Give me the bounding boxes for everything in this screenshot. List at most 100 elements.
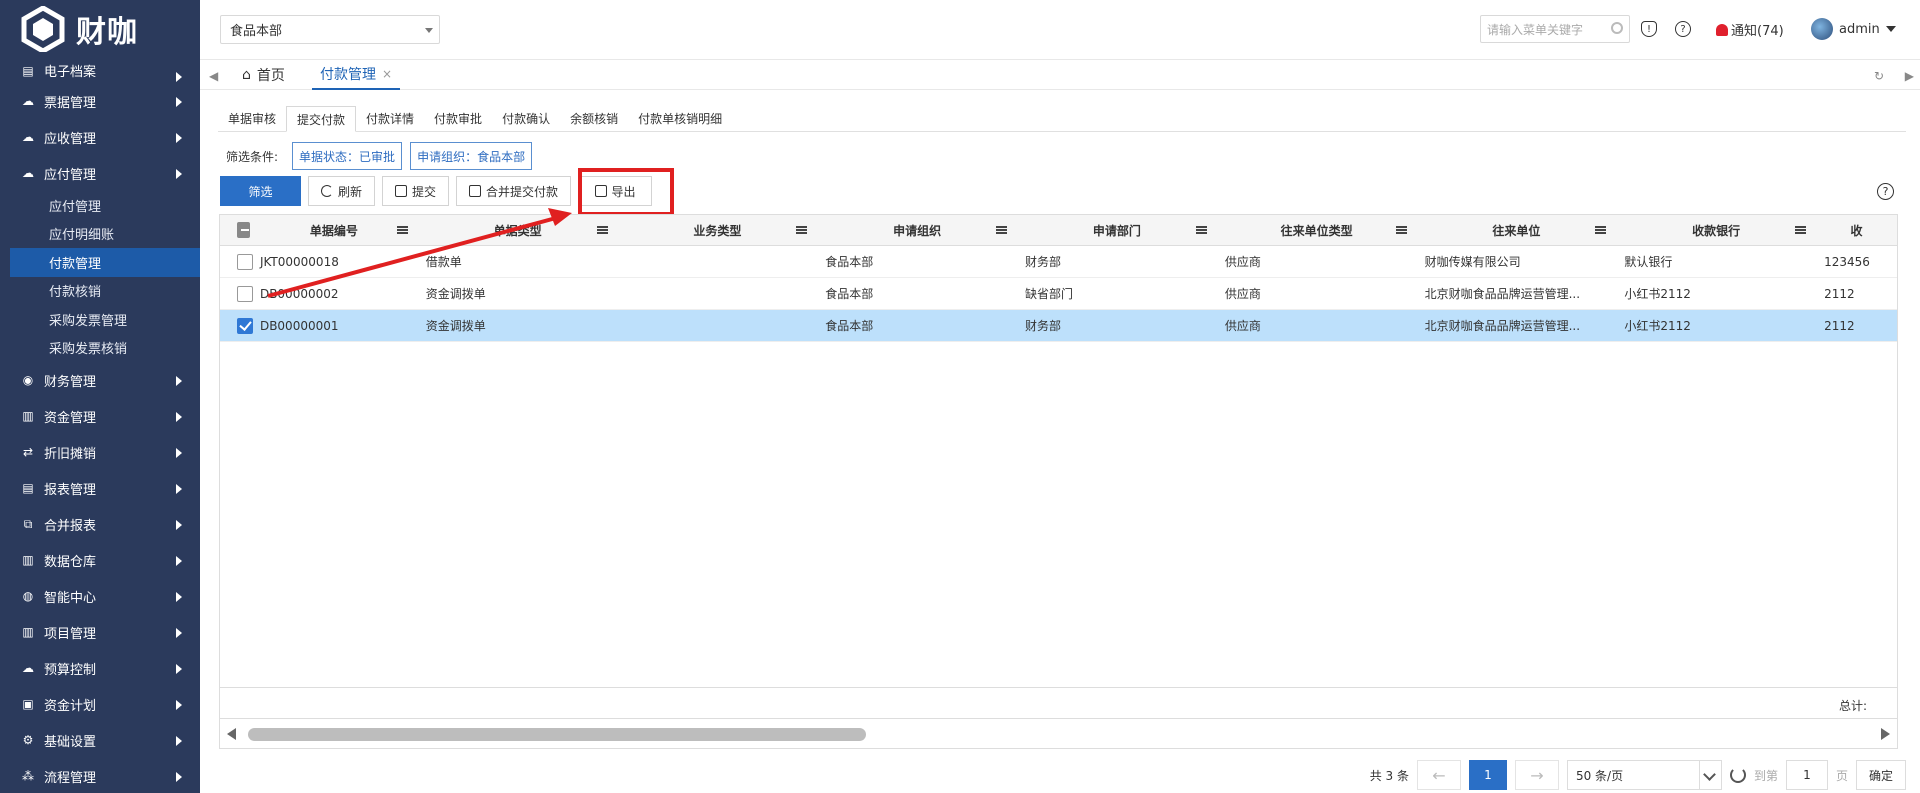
sidebar-item[interactable]: ☁ 票据管理 [0, 83, 200, 119]
refresh-button[interactable]: 刷新 [308, 176, 376, 206]
sidebar-item[interactable]: ☁ 应收管理 [0, 119, 200, 155]
sidebar-item[interactable]: ▤ 报表管理 [0, 470, 200, 506]
column-header[interactable]: 申请部门 [1017, 215, 1217, 245]
column-menu-icon[interactable] [1595, 226, 1607, 234]
filter-row: 筛选条件: 单据状态：已审批 申请组织：食品本部 [226, 142, 533, 170]
sub-tab[interactable]: 单据审核 [218, 105, 286, 131]
chevron-right-icon [176, 664, 182, 674]
column-menu-icon[interactable] [1795, 226, 1807, 234]
sidebar-item[interactable]: ⁂ 流程管理 [0, 758, 200, 793]
table-row[interactable]: JKT00000018 借款单 食品本部 财务部 供应商 财咖传媒有限公司 默认银行 1234… [220, 246, 1897, 278]
sidebar-item[interactable]: ▥ 数据仓库 [0, 542, 200, 578]
merge-submit-button[interactable]: 合并提交付款 [456, 176, 572, 206]
sidebar-subitem[interactable]: 应付管理 [0, 191, 200, 220]
row-checkbox[interactable] [237, 253, 253, 270]
help-icon[interactable]: ? [1877, 183, 1894, 200]
scroll-left-icon[interactable] [227, 728, 236, 740]
sidebar-subitem[interactable]: 采购发票管理 [0, 305, 200, 334]
tab-home[interactable]: ⌂ 首页 [242, 60, 285, 90]
refresh-icon[interactable] [1729, 767, 1746, 783]
horizontal-scrollbar[interactable] [220, 718, 1897, 748]
search-icon[interactable] [1611, 22, 1623, 34]
sidebar-item[interactable]: ▤ 电子档案 [0, 58, 200, 83]
column-menu-icon[interactable] [796, 226, 808, 234]
table-cell: 食品本部 [825, 255, 874, 269]
sub-tab[interactable]: 提交付款 [286, 106, 357, 132]
sub-tab[interactable]: 余额核销 [560, 105, 628, 131]
sidebar-subitem[interactable]: 付款管理 [10, 248, 200, 277]
submit-button[interactable]: 提交 [382, 176, 450, 206]
sub-tab[interactable]: 付款审批 [424, 105, 492, 131]
row-select[interactable] [220, 246, 258, 277]
filter-chip-status[interactable]: 单据状态：已审批 [292, 142, 403, 170]
column-header[interactable]: 往来单位类型 [1217, 215, 1417, 245]
row-select[interactable] [220, 310, 258, 341]
next-page-button[interactable]: → [1514, 760, 1559, 790]
notify-button[interactable]: 通知(74) [1716, 20, 1784, 39]
goto-page-input[interactable]: 1 [1785, 760, 1828, 790]
shield-icon[interactable]: ! [1641, 21, 1657, 37]
row-checkbox[interactable] [237, 317, 253, 334]
page-size-select[interactable]: 50 条/页 [1566, 760, 1722, 790]
sidebar-subitem[interactable]: 应付明细账 [0, 220, 200, 249]
tabs-scroll-left-icon[interactable]: ◀ [209, 69, 218, 83]
close-icon[interactable]: × [382, 67, 392, 81]
column-menu-icon[interactable] [1395, 226, 1407, 234]
scroll-right-icon[interactable] [1881, 728, 1890, 740]
column-header[interactable]: 单据编号 [250, 215, 418, 245]
column-header[interactable]: 申请组织 [817, 215, 1017, 245]
scrollbar-thumb[interactable] [248, 728, 866, 741]
column-header[interactable]: 业务类型 [618, 215, 818, 245]
table-cell [618, 278, 818, 309]
sub-tab[interactable]: 付款单核销明细 [628, 105, 732, 131]
confirm-button[interactable]: 确定 [1855, 760, 1906, 790]
sidebar-item[interactable]: ◉ 财务管理 [0, 362, 200, 398]
row-select[interactable] [220, 278, 258, 309]
sidebar-subitem[interactable]: 付款核销 [0, 277, 200, 306]
refresh-icon[interactable]: ↻ [1874, 69, 1884, 83]
org-select[interactable]: 食品本部 [220, 15, 440, 44]
sub-tab[interactable]: 付款详情 [356, 105, 424, 131]
prev-page-button[interactable]: ← [1416, 760, 1461, 790]
sidebar-subitem[interactable]: 采购发票核销 [0, 334, 200, 363]
column-header[interactable]: 往来单位 [1417, 215, 1617, 245]
tab-payment-management[interactable]: 付款管理 × [312, 60, 401, 90]
column-header[interactable]: 收款银行 [1616, 215, 1816, 245]
column-menu-icon[interactable] [396, 226, 408, 234]
column-menu-icon[interactable] [1195, 226, 1207, 234]
sidebar-item[interactable]: ▣ 资金计划 [0, 686, 200, 722]
sidebar-item[interactable]: ⇄ 折旧摊销 [0, 434, 200, 470]
tabs-bar: ◀ ⌂ 首页 付款管理 × ↻ ▶ [200, 60, 1920, 90]
sidebar-item-label: 资金管理 [44, 410, 97, 426]
table-cell: 资金调拨单 [425, 287, 486, 301]
column-header[interactable]: 收 [1816, 215, 1897, 245]
help-icon[interactable]: ? [1675, 21, 1691, 37]
table-row[interactable]: DB00000001 资金调拨单 食品本部 财务部 供应商 北京财咖食品品牌运营管理...… [220, 310, 1897, 342]
sidebar-item[interactable]: ⧉ 合并报表 [0, 506, 200, 542]
sidebar-item[interactable]: ☁ 预算控制 [0, 650, 200, 686]
merge-icon: ⧉ [23, 516, 33, 531]
user-menu[interactable]: admin [1811, 18, 1896, 40]
table-cell: DB00000002 [259, 286, 339, 301]
sidebar-item[interactable]: ▥ 资金管理 [0, 398, 200, 434]
sidebar-item[interactable]: ▥ 项目管理 [0, 614, 200, 650]
filter-button[interactable]: 筛选 [220, 176, 301, 206]
column-menu-icon[interactable] [596, 226, 608, 234]
table-cell: 小红书2112 [1624, 287, 1691, 301]
column-menu-icon[interactable] [996, 226, 1008, 234]
chevron-down-icon[interactable] [1698, 761, 1721, 789]
pagination: 共 3 条 ← 1 → 50 条/页 到第 1 页 确定 [1370, 760, 1906, 790]
sidebar-item[interactable]: ◍ 智能中心 [0, 578, 200, 614]
sidebar-item[interactable]: ☁ 应付管理 [0, 155, 200, 191]
column-header[interactable]: 单据类型 [418, 215, 618, 245]
row-checkbox[interactable] [237, 285, 253, 302]
filter-chip-org[interactable]: 申请组织：食品本部 [410, 142, 533, 170]
select-all-checkbox[interactable] [237, 222, 250, 238]
table-row[interactable]: DB00000002 资金调拨单 食品本部 缺省部门 供应商 北京财咖食品品牌运营管理..… [220, 278, 1897, 310]
sidebar-item[interactable]: ⚙ 基础设置 [0, 722, 200, 758]
tabs-scroll-right-icon[interactable]: ▶ [1905, 69, 1914, 83]
current-page[interactable]: 1 [1468, 760, 1507, 790]
menu-search-input[interactable]: 请输入菜单关键字 [1480, 15, 1630, 43]
sub-tab[interactable]: 付款确认 [492, 105, 560, 131]
header-select-all[interactable] [220, 215, 250, 245]
